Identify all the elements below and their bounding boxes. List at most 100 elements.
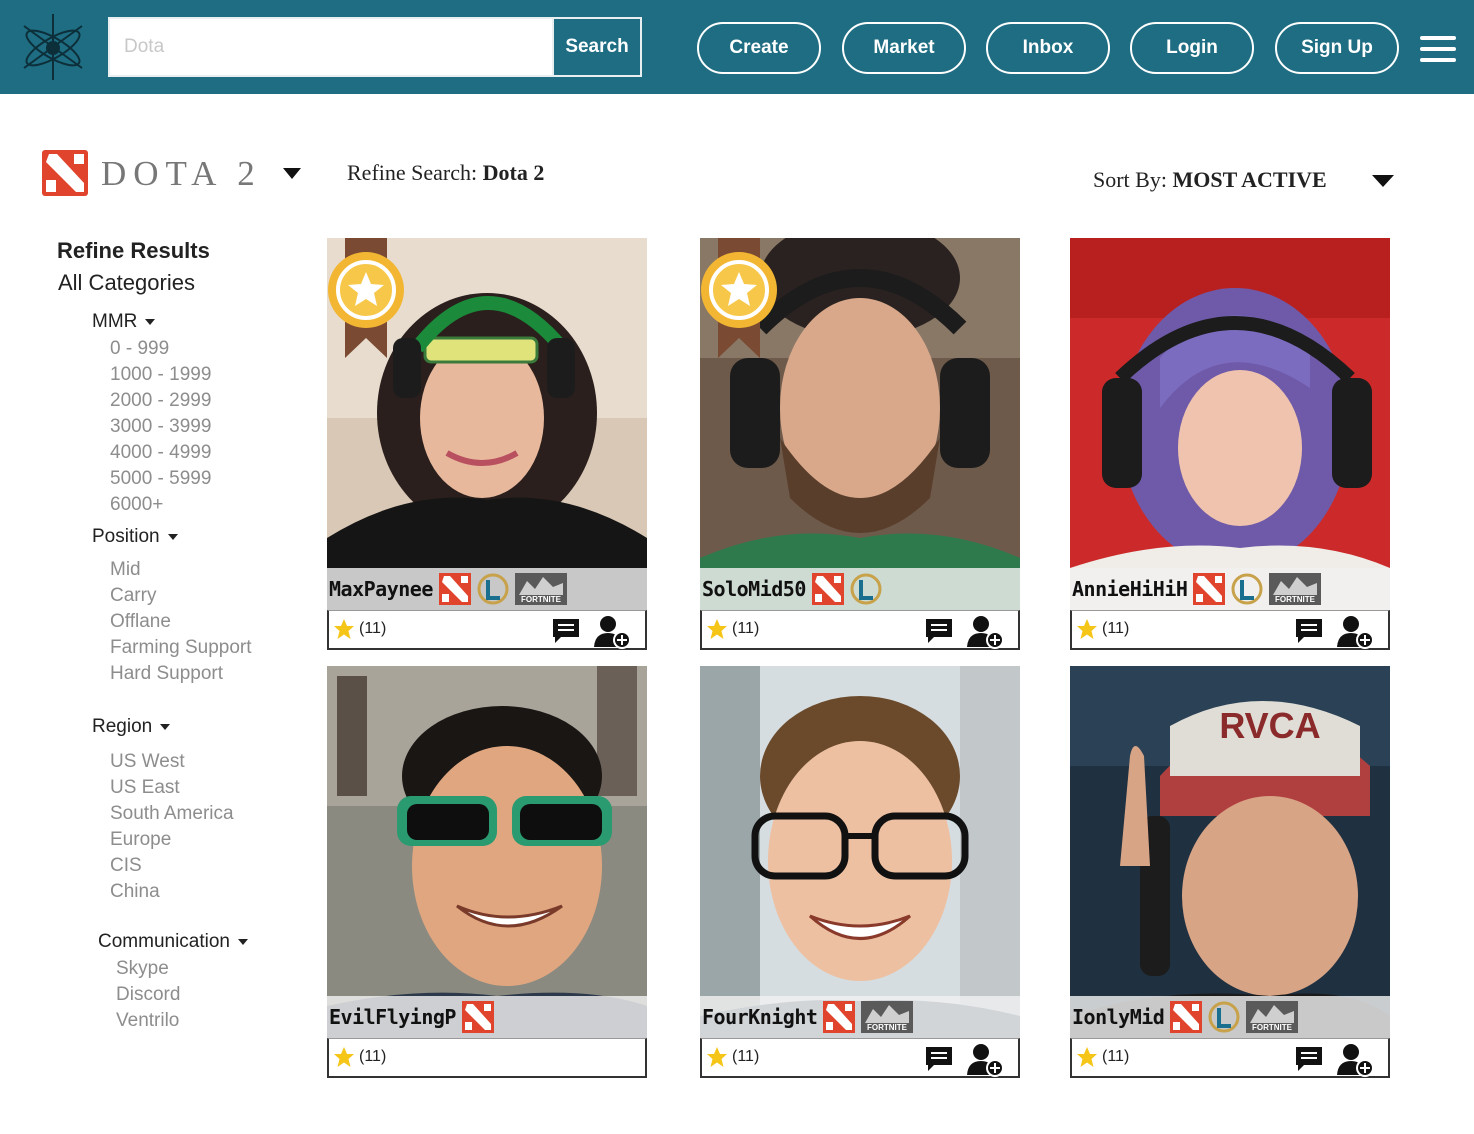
filter-option-mmr[interactable]: 4000 - 4999 bbox=[110, 442, 211, 464]
filter-option-position[interactable]: Offlane bbox=[110, 611, 171, 633]
search-bar: Search bbox=[108, 17, 642, 77]
message-icon[interactable] bbox=[924, 1045, 954, 1073]
add-friend-icon[interactable] bbox=[593, 613, 631, 649]
filter-option-position[interactable]: Mid bbox=[110, 559, 141, 581]
player-username[interactable]: IonlyMid bbox=[1072, 1005, 1165, 1029]
dota2-game-icon bbox=[811, 573, 844, 605]
svg-text:FORTNITE: FORTNITE bbox=[521, 595, 562, 604]
filter-option-region[interactable]: China bbox=[110, 881, 160, 903]
sort-by-value[interactable]: MOST ACTIVE bbox=[1172, 167, 1326, 192]
dota2-game-icon bbox=[461, 1001, 494, 1033]
player-name-bar: IonlyMid FORTNITE bbox=[1070, 996, 1390, 1038]
refine-search: Refine Search: Dota 2 bbox=[347, 160, 544, 186]
message-icon[interactable] bbox=[924, 617, 954, 645]
message-icon[interactable] bbox=[551, 617, 581, 645]
player-photo[interactable]: EvilFlyingP bbox=[327, 666, 647, 1038]
star-icon bbox=[334, 1047, 354, 1067]
player-card-footer: (11) bbox=[327, 610, 647, 650]
filter-option-region[interactable]: South America bbox=[110, 803, 234, 825]
refine-results-title: Refine Results bbox=[57, 238, 210, 263]
dota2-logo-icon[interactable] bbox=[42, 150, 88, 196]
player-username[interactable]: AnnieHiHiH bbox=[1072, 577, 1188, 601]
player-username[interactable]: MaxPaynee bbox=[329, 577, 433, 601]
player-name-bar: FourKnight FORTNITE bbox=[700, 996, 1020, 1038]
sort-by[interactable]: Sort By: MOST ACTIVE bbox=[1093, 167, 1327, 193]
filter-option-position[interactable]: Hard Support bbox=[110, 663, 223, 685]
filter-region-toggle[interactable]: Region bbox=[92, 716, 171, 738]
fortnite-game-icon: FORTNITE bbox=[1246, 1001, 1299, 1033]
add-friend-icon[interactable] bbox=[1336, 1041, 1374, 1077]
filter-option-region[interactable]: Europe bbox=[110, 829, 171, 851]
star-icon bbox=[1077, 1047, 1097, 1067]
search-input[interactable] bbox=[110, 19, 552, 75]
player-photo[interactable]: RVCA IonlyMid FORTNITE bbox=[1070, 666, 1390, 1038]
add-friend-icon[interactable] bbox=[966, 613, 1004, 649]
sort-by-label: Sort By: bbox=[1093, 167, 1167, 192]
filter-option-position[interactable]: Carry bbox=[110, 585, 156, 607]
message-icon[interactable] bbox=[1294, 1045, 1324, 1073]
fortnite-game-icon: FORTNITE bbox=[1269, 573, 1322, 605]
filter-option-position[interactable]: Farming Support bbox=[110, 637, 252, 659]
game-dropdown-caret-icon[interactable] bbox=[283, 168, 301, 179]
player-photo[interactable]: SoloMid50 bbox=[700, 238, 1020, 610]
chevron-down-icon bbox=[238, 939, 248, 945]
filter-mmr-toggle[interactable]: MMR bbox=[92, 311, 156, 333]
search-button[interactable]: Search bbox=[552, 19, 640, 75]
rating-count: (11) bbox=[1102, 1048, 1130, 1065]
filter-communication-toggle[interactable]: Communication bbox=[98, 931, 248, 953]
player-photo[interactable]: AnnieHiHiH FORTNITE bbox=[1070, 238, 1390, 610]
game-name[interactable]: DOTA 2 bbox=[101, 154, 262, 194]
filter-option-mmr[interactable]: 6000+ bbox=[110, 494, 163, 516]
filter-option-communication[interactable]: Discord bbox=[116, 984, 180, 1006]
player-card-footer: (11) bbox=[327, 1038, 647, 1078]
rating-count: (11) bbox=[359, 1048, 387, 1065]
filter-position-toggle[interactable]: Position bbox=[92, 526, 178, 548]
refine-search-label: Refine Search: bbox=[347, 160, 478, 185]
player-card-footer: (11) bbox=[1070, 1038, 1390, 1078]
login-button[interactable]: Login bbox=[1130, 22, 1254, 74]
league-of-legends-icon bbox=[1231, 573, 1263, 605]
create-button[interactable]: Create bbox=[697, 22, 821, 74]
player-name-bar: MaxPaynee FORTNITE bbox=[327, 568, 647, 610]
sign-up-button[interactable]: Sign Up bbox=[1275, 22, 1399, 74]
market-button[interactable]: Market bbox=[842, 22, 966, 74]
player-rating: (11) bbox=[706, 618, 759, 640]
filter-option-region[interactable]: CIS bbox=[110, 855, 142, 877]
filter-region-label: Region bbox=[92, 716, 153, 737]
star-icon bbox=[707, 619, 727, 639]
player-username[interactable]: FourKnight bbox=[702, 1005, 818, 1029]
featured-badge-icon bbox=[328, 238, 404, 358]
hamburger-menu-icon[interactable] bbox=[1420, 36, 1456, 62]
filter-option-mmr[interactable]: 5000 - 5999 bbox=[110, 468, 211, 490]
sort-dropdown-caret-icon[interactable] bbox=[1372, 175, 1394, 187]
player-photo[interactable]: MaxPaynee FORTNITE bbox=[327, 238, 647, 610]
filter-option-communication[interactable]: Ventrilo bbox=[116, 1010, 179, 1032]
star-icon bbox=[1077, 619, 1097, 639]
player-username[interactable]: EvilFlyingP bbox=[329, 1005, 456, 1029]
filter-option-mmr[interactable]: 2000 - 2999 bbox=[110, 390, 211, 412]
add-friend-icon[interactable] bbox=[966, 1041, 1004, 1077]
player-photo[interactable]: FourKnight FORTNITE bbox=[700, 666, 1020, 1038]
rating-count: (11) bbox=[1102, 620, 1130, 637]
inbox-button[interactable]: Inbox bbox=[986, 22, 1110, 74]
filter-option-communication[interactable]: Skype bbox=[116, 958, 169, 980]
add-friend-icon[interactable] bbox=[1336, 613, 1374, 649]
site-logo-icon[interactable] bbox=[10, 8, 96, 86]
player-username[interactable]: SoloMid50 bbox=[702, 577, 806, 601]
filter-option-mmr[interactable]: 3000 - 3999 bbox=[110, 416, 211, 438]
filter-option-mmr[interactable]: 0 - 999 bbox=[110, 338, 169, 360]
filter-position-label: Position bbox=[92, 526, 160, 547]
message-icon[interactable] bbox=[1294, 617, 1324, 645]
filter-option-region[interactable]: US West bbox=[110, 751, 185, 773]
svg-text:FORTNITE: FORTNITE bbox=[1252, 1023, 1293, 1032]
dota2-game-icon bbox=[1193, 573, 1226, 605]
all-categories-link[interactable]: All Categories bbox=[58, 270, 195, 296]
filter-option-mmr[interactable]: 1000 - 1999 bbox=[110, 364, 211, 386]
dota2-game-icon bbox=[1170, 1001, 1203, 1033]
svg-text:FORTNITE: FORTNITE bbox=[867, 1023, 908, 1032]
fortnite-game-icon: FORTNITE bbox=[861, 1001, 914, 1033]
chevron-down-icon bbox=[145, 319, 156, 325]
filter-option-region[interactable]: US East bbox=[110, 777, 180, 799]
star-icon bbox=[707, 1047, 727, 1067]
league-of-legends-icon bbox=[850, 573, 882, 605]
